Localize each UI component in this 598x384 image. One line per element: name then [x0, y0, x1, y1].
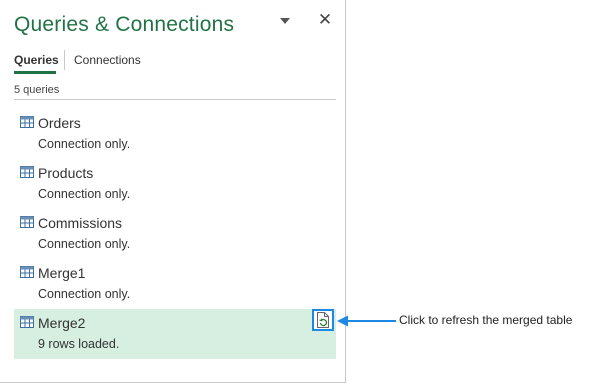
table-icon [20, 216, 34, 228]
query-item-commissions[interactable]: Commissions Connection only. [14, 209, 336, 259]
query-item-products[interactable]: Products Connection only. [14, 159, 336, 209]
close-icon[interactable]: ✕ [316, 11, 334, 29]
query-name: Commissions [38, 215, 123, 231]
tab-queries[interactable]: Queries [14, 53, 59, 67]
tab-divider [64, 50, 65, 70]
refresh-icon [317, 312, 329, 328]
divider [14, 99, 336, 100]
queries-connections-pane: Queries & Connections ✕ Queries Connecti… [0, 0, 346, 383]
query-item-merge2[interactable]: Merge2 9 rows loaded. [14, 309, 336, 359]
query-status: Connection only. [38, 187, 131, 201]
table-icon [20, 166, 34, 178]
table-icon [20, 266, 34, 278]
query-name: Merge1 [38, 265, 86, 281]
query-status: Connection only. [38, 137, 131, 151]
query-status: Connection only. [38, 287, 131, 301]
callout-text: Click to refresh the merged table [399, 313, 573, 327]
refresh-button[interactable] [312, 309, 334, 331]
query-item-orders[interactable]: Orders Connection only. [14, 109, 336, 159]
query-status: Connection only. [38, 237, 131, 251]
active-tab-indicator [14, 71, 56, 74]
callout-arrow [337, 315, 396, 327]
query-item-merge1[interactable]: Merge1 Connection only. [14, 259, 336, 309]
query-status: 9 rows loaded. [38, 337, 120, 351]
table-icon [20, 116, 34, 128]
query-name: Orders [38, 115, 81, 131]
pane-options-chevron-down-icon[interactable] [280, 18, 290, 24]
query-count: 5 queries [14, 84, 60, 96]
pane-title: Queries & Connections [14, 13, 235, 36]
query-name: Products [38, 165, 94, 181]
table-icon [20, 316, 34, 328]
query-name: Merge2 [38, 315, 86, 331]
tab-connections[interactable]: Connections [74, 53, 141, 67]
